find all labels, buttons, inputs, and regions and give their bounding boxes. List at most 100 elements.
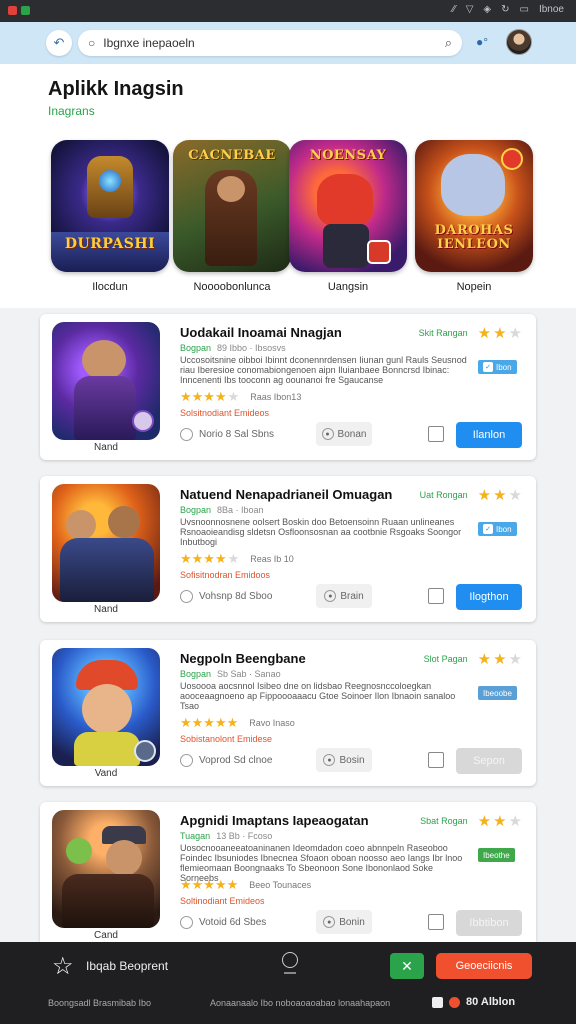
cta-button[interactable]: Geoeciicnis — [436, 953, 532, 979]
featured-section: Aplikk Inagsin Inagrans DURPASHI Ilocdun… — [0, 64, 576, 308]
app-chip[interactable]: ● Brain — [316, 584, 372, 608]
notification-icon[interactable]: ●° — [476, 35, 488, 49]
signal-icon: ⁄⁄ — [452, 4, 456, 15]
app-meta: Bogpan 8Ba · Iboan — [180, 505, 264, 515]
featured-caption: Ilocdun — [92, 281, 128, 293]
footer-right: 80 Alblon — [432, 996, 515, 1008]
app-meta: Tuagan 13 Bb · Fcoso — [180, 831, 273, 841]
app-chip[interactable]: ● Bonin — [316, 910, 372, 934]
refresh-icon: ↻ — [501, 4, 510, 15]
app-stars: ★★★★ ★ Reas Ib 10 — [180, 551, 294, 566]
app-thumbnail-caption: Nand — [94, 604, 118, 615]
featured-caption: Nopein — [456, 281, 492, 293]
app-warning: Solsitnodiant Emideos — [180, 408, 270, 418]
app-description: Uccosoitsnine oibboi Ibinnt dconennrdens… — [180, 355, 467, 385]
record-icon — [449, 996, 460, 1008]
back-arrow-icon[interactable]: ↶ — [46, 30, 72, 56]
app-checkbox[interactable] — [428, 588, 444, 604]
app-rating: Slot Pagan ★ ★ ★ — [423, 651, 522, 668]
app-card[interactable]: Nand Natuend Nenapadrianeil Omuagan Bogp… — [40, 476, 536, 622]
featured-banner: DAROHAS IENLEON — [434, 223, 514, 252]
search-input[interactable]: ○ Ibgnxe inepaoeln ⌕ — [78, 30, 462, 56]
app-thumbnail[interactable] — [52, 484, 160, 602]
clear-icon[interactable]: ⌕ — [445, 35, 452, 51]
featured-app-3[interactable]: NOENSAY Uangsin — [288, 140, 408, 293]
star-icon[interactable]: ☆ — [52, 952, 74, 981]
app-thumbnail-caption: Nand — [94, 442, 118, 453]
app-tag: Ibeoobe — [478, 686, 517, 700]
page-title: Aplikk Inagsin — [48, 78, 184, 100]
app-rating: Uat Rongan ★ ★ ★ — [419, 487, 522, 504]
app-warning: Sofisitnodran Emidoos — [180, 570, 271, 580]
app-rating: Sbat Rogan ★ ★ ★ — [420, 813, 522, 830]
app-option-radio[interactable]: Voprod Sd clnoe — [180, 754, 272, 767]
app-title[interactable]: Natuend Nenapadrianeil Omuagan — [180, 487, 392, 502]
featured-caption: Noooobonlunca — [193, 281, 271, 293]
app-card[interactable]: Nand Uodakail Inoamai Nnagjan Bogpan 89 I… — [40, 314, 536, 460]
window-icon: ▭ — [519, 4, 529, 15]
location-icon: ◈ — [483, 4, 492, 15]
footer-left-text: Boongsadl Brasmibab Ibo — [48, 998, 152, 1008]
app-meta: Bogpan 89 Ibbo · Ibsosvs — [180, 343, 286, 353]
app-thumbnail[interactable] — [52, 810, 160, 928]
featured-app-2[interactable]: CACNEBAE Noooobonlunca — [172, 140, 292, 293]
divider — [284, 972, 296, 974]
featured-app-icon[interactable]: DAROHAS IENLEON — [415, 140, 533, 272]
app-warning: Soltinodiant Emideos — [180, 896, 265, 906]
app-description: Uosoooa aocsnnol Isibeo dne on lidsbao R… — [180, 681, 456, 711]
app-option-radio[interactable]: Votoid 6d Sbes — [180, 916, 266, 929]
app-thumbnail[interactable] — [52, 322, 160, 440]
app-install-button[interactable]: Ilogthon — [456, 584, 522, 610]
app-checkbox[interactable] — [428, 752, 444, 768]
app-tag: Ibeothe — [478, 848, 515, 862]
featured-banner: CACNEBAE — [188, 148, 276, 163]
footer-center-text: Aonaanaalo Ibo noboaoaoabao lonaahapaon — [210, 998, 391, 1008]
featured-banner: DURPASHI — [64, 236, 156, 252]
window-close-icon[interactable] — [8, 6, 17, 15]
app-card[interactable]: Cand Apgnidi Imaptans Iapeaogatan Tuagan… — [40, 802, 536, 948]
app-thumbnail-caption: Vand — [94, 768, 118, 779]
app-stars: ★★★★ ★ Raas Ibon13 — [180, 389, 302, 404]
app-tag: ✓ Ibon — [478, 522, 517, 536]
featured-app-icon[interactable]: CACNEBAE — [173, 140, 291, 272]
featured-app-icon[interactable]: DURPASHI — [51, 140, 169, 272]
os-status-bar: ⁄⁄ ▽ ◈ ↻ ▭ Ibnoe — [0, 0, 576, 22]
app-description: Uvsnoonnosnene oolsert Boskin doo Betoen… — [180, 517, 462, 547]
app-install-button[interactable]: Ilanlon — [456, 422, 522, 448]
featured-app-1[interactable]: DURPASHI Ilocdun — [50, 140, 170, 293]
app-chip[interactable]: ● Bosin — [316, 748, 372, 772]
bottom-bar: ☆ Ibqab Beoprent ✕ Geoeciicnis Boongsadl… — [0, 942, 576, 1024]
featured-banner: NOENSAY — [309, 148, 387, 163]
app-title[interactable]: Negpoln Beengbane — [180, 651, 306, 666]
app-option-radio[interactable]: Norio 8 Sal Sbns — [180, 428, 274, 441]
app-thumbnail[interactable] — [52, 648, 160, 766]
app-tag: ✓ Ibon — [478, 360, 517, 374]
page-subtitle: Inagrans — [48, 104, 95, 118]
app-install-button[interactable]: Sepon — [456, 748, 522, 774]
app-checkbox[interactable] — [428, 914, 444, 930]
download-icon — [432, 996, 443, 1008]
app-checkbox[interactable] — [428, 426, 444, 442]
app-stars: ★★★★★ Ravo Inaso — [180, 715, 295, 730]
app-install-button[interactable]: Ibbtibon — [456, 910, 522, 936]
share-button[interactable]: ✕ — [390, 953, 424, 979]
app-rating: Skit Rangan ★ ★ ★ — [418, 325, 522, 342]
featured-caption: Uangsin — [327, 281, 369, 293]
app-warning: Sobistanolont Emidese — [180, 734, 273, 744]
app-title[interactable]: Apgnidi Imaptans Iapeaogatan — [180, 813, 369, 828]
bottom-label[interactable]: Ibqab Beoprent — [86, 959, 168, 973]
avatar[interactable] — [506, 29, 532, 55]
app-title[interactable]: Uodakail Inoamai Nnagjan — [180, 325, 342, 340]
status-text: Ibnoe — [538, 4, 564, 15]
search-input-value[interactable]: Ibgnxe inepaoeln — [103, 36, 444, 50]
app-option-radio[interactable]: Vohsnp 8d Sboo — [180, 590, 272, 603]
featured-app-4[interactable]: DAROHAS IENLEON Nopein — [414, 140, 534, 293]
magnifier-icon: ○ — [88, 36, 96, 50]
window-maximize-icon[interactable] — [21, 6, 30, 15]
app-card[interactable]: Vand Negpoln Beengbane Bogpan Sb Sab · Sa… — [40, 640, 536, 786]
featured-app-icon[interactable]: NOENSAY — [289, 140, 407, 272]
app-stars: ★★★★★ Beeo Tounaces — [180, 877, 312, 892]
app-chip[interactable]: ● Bonan — [316, 422, 372, 446]
app-thumbnail-caption: Cand — [94, 930, 118, 941]
home-indicator-icon[interactable] — [282, 952, 298, 968]
